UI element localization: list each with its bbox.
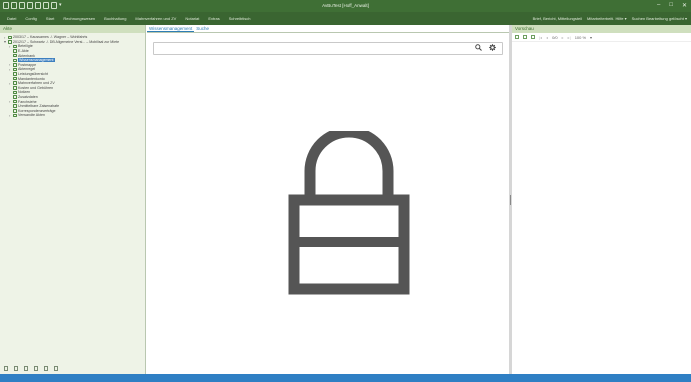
title-bar: ▾ AvBuTest [Hoff_Anwalt] – □ ✕ (0, 0, 691, 12)
search-input[interactable] (157, 45, 467, 53)
menu-extras[interactable]: Extras (208, 16, 219, 21)
tree-node-label: Leistungsübersicht (18, 72, 48, 77)
search-box (153, 42, 503, 55)
tree-node-icon (13, 113, 17, 118)
tree-node-icon (13, 53, 17, 58)
case-folder-icon (8, 35, 12, 40)
tree-node-icon (13, 72, 17, 76)
search-icon[interactable] (475, 44, 482, 51)
center-tabs: Wissensmanagement Suche (147, 25, 509, 33)
tree-node-icon (13, 58, 17, 63)
folder-icon[interactable] (4, 366, 8, 371)
save-icon[interactable] (515, 35, 519, 39)
document-icon[interactable] (24, 366, 28, 371)
lock-icon (288, 131, 410, 295)
tree-node-label: E-Akte (18, 49, 29, 54)
tree-node-icon (13, 86, 17, 90)
left-pane-header: Akte (0, 25, 145, 33)
tree-node-label: Aktenregel (18, 67, 36, 72)
tree-node-icon (13, 49, 17, 53)
menu-right-item[interactable]: Mitarbeiterbeiti. Hilfe ▾ (587, 16, 627, 21)
tab-suche[interactable]: Suche (194, 25, 211, 32)
menu-right-item[interactable]: Suchen Bearbeitung gelöscht ▾ (632, 16, 687, 21)
menu-schreibtisch[interactable]: Schreibtisch (229, 16, 251, 21)
tree-node-icon (13, 99, 17, 104)
menu-buchhaltung[interactable]: Buchhaltung (104, 16, 126, 21)
tree-node-label: Kosten und Gebühren (18, 85, 54, 90)
tree-node-icon (13, 95, 17, 99)
window-controls: – □ ✕ (657, 2, 687, 9)
tree-node-label: Mahnverfahren und ZV (18, 81, 55, 86)
menu-right-items: Brief, Bericht, Mitteilungsteil Mitarbei… (533, 16, 687, 21)
tree-node-label: Mandantenkonto (18, 76, 45, 81)
first-page-icon[interactable]: |◂ (539, 35, 542, 40)
menu-mahnverfahren[interactable]: Mahnverfahren und ZV (135, 16, 176, 21)
left-pane-footer (4, 366, 58, 371)
tree-node-label: Aktenbank (18, 53, 35, 58)
maximize-button[interactable]: □ (669, 2, 673, 9)
tree-node-label: Unmittelbare Zaisenahafe (18, 104, 60, 109)
trash-icon[interactable] (54, 366, 58, 371)
search-actions (475, 44, 496, 51)
last-page-icon[interactable]: ▸| (568, 35, 571, 40)
page-indicator: 0/0 (552, 34, 558, 40)
menu-datei[interactable]: Datei (7, 16, 16, 21)
zoom-value[interactable]: 100 % (575, 35, 586, 40)
tree-node-icon (13, 81, 17, 85)
minimize-button[interactable]: – (657, 2, 660, 9)
prev-page-icon[interactable]: ◂ (546, 35, 548, 40)
tree-node-icon (13, 67, 17, 72)
menu-bar: Datei Config Start Rechnungswesen Buchha… (0, 12, 691, 25)
tree-node-label: Wissensmanagement (18, 58, 55, 63)
knowledge-pane: Wissensmanagement Suche (147, 25, 509, 374)
window-title: AvBuTest [Hoff_Anwalt] (322, 3, 369, 8)
status-bar (0, 374, 691, 382)
tree-node-icon (13, 44, 17, 49)
chart-icon[interactable] (44, 366, 48, 371)
preview-toolbar: |◂ ◂ 0/0 ▸ ▸| 100 % ▾ (512, 33, 691, 42)
right-pane-header: Vorschau (512, 25, 691, 33)
menu-config[interactable]: Config (25, 16, 37, 21)
print-icon[interactable] (523, 35, 527, 39)
menu-right-item[interactable]: Brief, Bericht, Mitteilungsteil (533, 16, 582, 21)
next-page-icon[interactable]: ▸ (562, 35, 564, 40)
tree-node-icon (13, 90, 17, 95)
tree-node-label: 2003/17 – Kaussames ./. Wagner – Wohlfah… (13, 35, 88, 40)
tab-wissensmanagement[interactable]: Wissensmanagement (147, 25, 195, 32)
tree-node-icon (13, 63, 17, 67)
case-tree: › 2003/17 – Kaussames ./. Wagner – Wohlfa… (0, 33, 145, 120)
menu-notariat[interactable]: Notariat (185, 16, 199, 21)
search-icon[interactable] (531, 35, 535, 39)
tree-node-label: Fanchsiehe (18, 99, 37, 104)
tree-node[interactable]: › Verwandte Akten (4, 113, 141, 118)
menu-rechnungswesen[interactable]: Rechnungswesen (63, 16, 95, 21)
tree-node-label: Korrespondenzverträge (18, 108, 56, 113)
tree-node-label: Zusatzdaten (18, 95, 38, 100)
tree-node-label: Beteiligte (18, 44, 33, 49)
document-icon[interactable] (34, 366, 38, 371)
menu-items: Datei Config Start Rechnungswesen Buchha… (7, 16, 251, 21)
tree-node-label: 2012/17 – Schwartz ./. DB Allgemeine Ver… (13, 39, 120, 44)
tree-node-icon (13, 109, 17, 113)
close-button[interactable]: ✕ (682, 2, 687, 9)
tree-node-label: Notizen (18, 90, 31, 95)
gear-icon[interactable] (489, 44, 496, 51)
tree-node-label: Verwandte Akten (18, 113, 45, 118)
tree-node-label: Postmappe (18, 62, 37, 67)
tree-node-icon (13, 104, 17, 108)
person-icon[interactable] (14, 366, 18, 371)
tree-node-icon (13, 76, 17, 81)
menu-start[interactable]: Start (46, 16, 54, 21)
preview-pane: Vorschau |◂ ◂ 0/0 ▸ ▸| 100 % ▾ (512, 25, 691, 374)
zoom-dropdown-icon[interactable]: ▾ (590, 35, 592, 40)
case-tree-pane: Akte › 2003/17 – Kaussames ./. Wagner – W… (0, 25, 146, 374)
